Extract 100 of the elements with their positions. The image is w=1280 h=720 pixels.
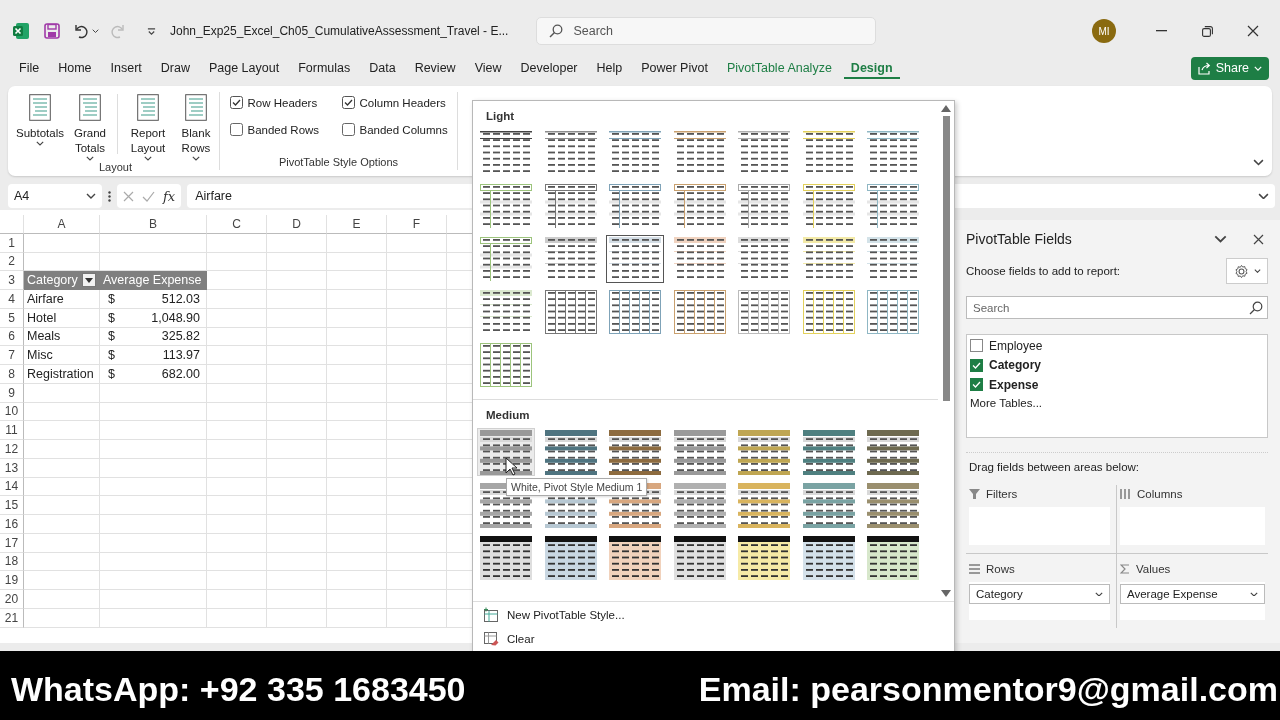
scroll-down-icon[interactable] [941, 590, 951, 597]
column-header[interactable]: E [327, 215, 387, 234]
caret-icon [36, 141, 44, 146]
field-chip[interactable]: Category [969, 584, 1110, 604]
table-style-option[interactable] [477, 341, 535, 389]
checkbox[interactable]: Banded Rows [229, 123, 342, 136]
search-field[interactable]: Search [966, 296, 1268, 319]
ribbon-tab[interactable]: Data [362, 57, 403, 79]
row-header[interactable]: 11 [0, 421, 24, 440]
row-header[interactable]: 1 [0, 233, 24, 253]
close-icon[interactable] [1253, 233, 1264, 245]
table-style-option[interactable] [477, 428, 535, 476]
row-header[interactable]: 13 [0, 458, 24, 478]
table-style-option[interactable] [735, 481, 793, 529]
drop-area[interactable]: Average Expense [1120, 582, 1265, 620]
ribbon-tab[interactable]: Formulas [291, 57, 358, 79]
ribbon-tab[interactable]: Home [51, 57, 99, 79]
ribbon-tab[interactable]: Insert [103, 57, 149, 79]
column-header[interactable]: B [100, 215, 207, 234]
checkbox[interactable]: Row Headers [229, 96, 342, 109]
row-header[interactable]: 4 [0, 290, 24, 309]
restore-icon[interactable] [1201, 25, 1213, 37]
name-box[interactable]: A4 [8, 184, 102, 208]
row-header[interactable]: 18 [0, 552, 24, 572]
row-header[interactable]: 10 [0, 402, 24, 422]
checkbox[interactable]: Banded Columns [341, 123, 452, 136]
row-header[interactable]: 19 [0, 571, 24, 590]
insert-function-button[interactable]: fx [163, 188, 176, 204]
link[interactable]: More Tables... [970, 396, 1264, 413]
ribbon-tab[interactable]: Help [589, 57, 630, 79]
row-header[interactable]: 17 [0, 533, 24, 553]
table-style-option[interactable] [735, 288, 793, 336]
checkbox[interactable]: Column Headers [341, 96, 452, 109]
search-field[interactable]: Search [536, 17, 877, 45]
menu-item[interactable]: New PivotTable Style... [483, 604, 625, 626]
ribbon-tab[interactable]: PivotTable Analyze [719, 57, 839, 79]
ribbon-tab[interactable]: View [467, 57, 509, 79]
row-header[interactable]: 8 [0, 365, 24, 384]
undo-icon[interactable] [72, 23, 88, 39]
ribbon-tab[interactable]: Developer [513, 57, 585, 79]
currency-symbol: $ [108, 348, 115, 363]
row-header[interactable]: 7 [0, 346, 24, 365]
table-style-option[interactable] [864, 534, 922, 582]
ribbon-button[interactable]: Blank Rows [176, 92, 216, 161]
row-header[interactable]: 9 [0, 383, 24, 403]
minimize-icon[interactable] [1155, 30, 1167, 32]
column-header[interactable]: C [207, 215, 267, 234]
table-cell [327, 533, 387, 553]
ribbon-tab[interactable]: Review [407, 57, 463, 79]
ribbon-tab[interactable]: File [12, 57, 47, 79]
menu-item[interactable]: Clear [483, 628, 535, 650]
scrollbar-thumb[interactable] [942, 116, 950, 401]
table-style-option[interactable] [735, 534, 793, 582]
field-chip[interactable]: Average Expense [1120, 584, 1265, 604]
table-style-icon [865, 183, 921, 229]
ribbon-tab[interactable]: Power Pivot [634, 57, 715, 79]
filter-button[interactable] [82, 273, 96, 288]
field-checkbox[interactable]: Expense [970, 377, 1264, 393]
ribbon-tab[interactable]: Page Layout [201, 57, 287, 79]
table-style-icon [671, 535, 728, 581]
share-button[interactable]: Share [1190, 56, 1269, 80]
row-header[interactable]: 20 [0, 590, 24, 609]
ribbon-button[interactable]: Report Layout [124, 92, 172, 161]
ribbon-tab[interactable]: Design [843, 57, 900, 79]
settings-button[interactable] [1226, 258, 1268, 284]
close-icon[interactable] [1247, 25, 1259, 37]
scroll-up-icon[interactable] [941, 105, 951, 112]
field-checkbox[interactable]: Category [970, 357, 1264, 373]
row-header[interactable]: 6 [0, 327, 24, 347]
save-icon[interactable] [44, 23, 60, 39]
ribbon-button[interactable]: Grand Totals [69, 92, 111, 161]
user-avatar[interactable]: MI [1092, 19, 1116, 43]
table-style-icon [542, 183, 599, 229]
table-style-option[interactable] [606, 534, 664, 582]
row-header[interactable]: 5 [0, 308, 24, 328]
table-style-option[interactable] [864, 288, 922, 336]
row-header[interactable]: 21 [0, 608, 24, 628]
table-style-option[interactable] [864, 481, 922, 529]
table-style-option[interactable] [606, 235, 664, 283]
field-checkbox[interactable]: Employee [970, 338, 1264, 354]
row-header[interactable]: 12 [0, 440, 24, 459]
spreadsheet-icon[interactable] [12, 22, 30, 40]
row-header[interactable]: 16 [0, 515, 24, 534]
more-options-icon[interactable] [108, 190, 111, 202]
table-style-option[interactable] [606, 428, 664, 476]
column-header[interactable]: F [387, 215, 447, 234]
column-header[interactable]: D [267, 215, 327, 234]
ribbon-tab[interactable]: Draw [153, 57, 197, 79]
drop-area[interactable]: Category [969, 582, 1110, 620]
row-header[interactable]: 15 [0, 496, 24, 515]
table-cell [207, 552, 267, 572]
table-style-option[interactable] [477, 534, 535, 582]
row-header[interactable]: 2 [0, 252, 24, 272]
row-header[interactable]: 14 [0, 477, 24, 497]
table-style-option[interactable] [735, 428, 793, 476]
ribbon-button[interactable]: Subtotals [15, 92, 65, 146]
customize-toolbar-icon[interactable] [147, 26, 156, 36]
table-style-option[interactable] [864, 428, 922, 476]
table-style-option[interactable] [606, 288, 664, 336]
column-header[interactable]: A [24, 215, 100, 234]
